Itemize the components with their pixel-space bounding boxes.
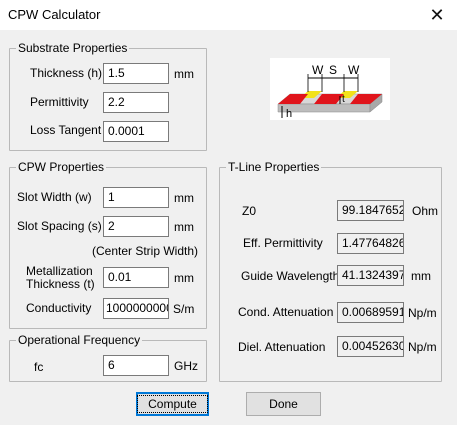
slot-spacing-unit: mm bbox=[174, 220, 194, 234]
fc-unit: GHz bbox=[174, 359, 198, 373]
cpw-cross-section-image: W S W t h bbox=[277, 63, 383, 120]
metal-thickness-label-1: Metallization bbox=[26, 264, 93, 278]
guide-wl-unit: mm bbox=[411, 269, 431, 283]
fc-input[interactable]: 6 bbox=[103, 355, 169, 376]
permittivity-input[interactable]: 2.2 bbox=[103, 92, 169, 113]
frequency-group-label: Operational Frequency bbox=[16, 333, 143, 347]
cond-att-output: 0.00689591 bbox=[337, 302, 404, 323]
conductivity-label: Conductivity bbox=[26, 301, 92, 315]
diel-att-unit: Np/m bbox=[408, 340, 437, 354]
substrate-group-label: Substrate Properties bbox=[16, 41, 130, 55]
slot-spacing-label: Slot Spacing (s) bbox=[17, 219, 102, 233]
cpw-group-label: CPW Properties bbox=[16, 160, 107, 174]
loss-tangent-input[interactable]: 0.0001 bbox=[103, 121, 169, 142]
tline-group-label: T-Line Properties bbox=[226, 160, 322, 174]
diagram-w2-label: W bbox=[348, 63, 360, 77]
slot-spacing-input[interactable]: 2 bbox=[103, 216, 169, 237]
z0-unit: Ohm bbox=[412, 204, 439, 218]
thickness-input[interactable]: 1.5 bbox=[103, 63, 169, 84]
diagram-t-label: t bbox=[342, 94, 345, 105]
fc-label: fc bbox=[34, 360, 44, 374]
close-icon[interactable]: ✕ bbox=[417, 0, 457, 30]
diagram-s-label: S bbox=[329, 63, 337, 77]
metal-thickness-input[interactable]: 0.01 bbox=[103, 267, 169, 288]
eff-perm-label: Eff. Permittivity bbox=[243, 236, 323, 250]
z0-output: 99.18476520 bbox=[337, 200, 404, 221]
compute-button-label: Compute bbox=[137, 395, 208, 413]
center-strip-note: (Center Strip Width) bbox=[92, 244, 199, 258]
permittivity-label: Permittivity bbox=[30, 95, 89, 109]
guide-wl-output: 41.13243970 bbox=[337, 265, 404, 286]
diagram-w-label: W bbox=[312, 63, 324, 77]
diel-att-label: Diel. Attenuation bbox=[238, 340, 326, 354]
diel-att-output: 0.00452630 bbox=[337, 336, 404, 357]
diagram-h-label: h bbox=[286, 108, 292, 120]
z0-label: Z0 bbox=[242, 204, 257, 218]
title-bar: CPW Calculator ✕ bbox=[0, 0, 457, 30]
cond-att-label: Cond. Attenuation bbox=[238, 305, 334, 319]
slot-width-unit: mm bbox=[174, 191, 194, 205]
cpw-diagram: W S W t h bbox=[270, 58, 390, 120]
slot-width-label: Slot Width (w) bbox=[17, 190, 92, 204]
slot-width-input[interactable]: 1 bbox=[103, 187, 169, 208]
thickness-label: Thickness (h) bbox=[30, 66, 103, 80]
window-title: CPW Calculator bbox=[8, 7, 101, 22]
thickness-unit: mm bbox=[174, 67, 194, 81]
eff-perm-output: 1.47764826 bbox=[337, 233, 404, 254]
guide-wl-label: Guide Wavelength bbox=[241, 269, 340, 283]
compute-button[interactable]: Compute bbox=[136, 392, 209, 416]
cond-att-unit: Np/m bbox=[408, 306, 437, 320]
conductivity-input[interactable]: 1000000000 bbox=[103, 298, 169, 319]
done-button[interactable]: Done bbox=[246, 392, 321, 416]
metal-thickness-unit: mm bbox=[174, 271, 194, 285]
conductivity-unit: S/m bbox=[173, 302, 195, 316]
loss-tangent-label: Loss Tangent bbox=[30, 123, 102, 137]
metal-thickness-label-2: Thickness (t) bbox=[26, 277, 95, 291]
